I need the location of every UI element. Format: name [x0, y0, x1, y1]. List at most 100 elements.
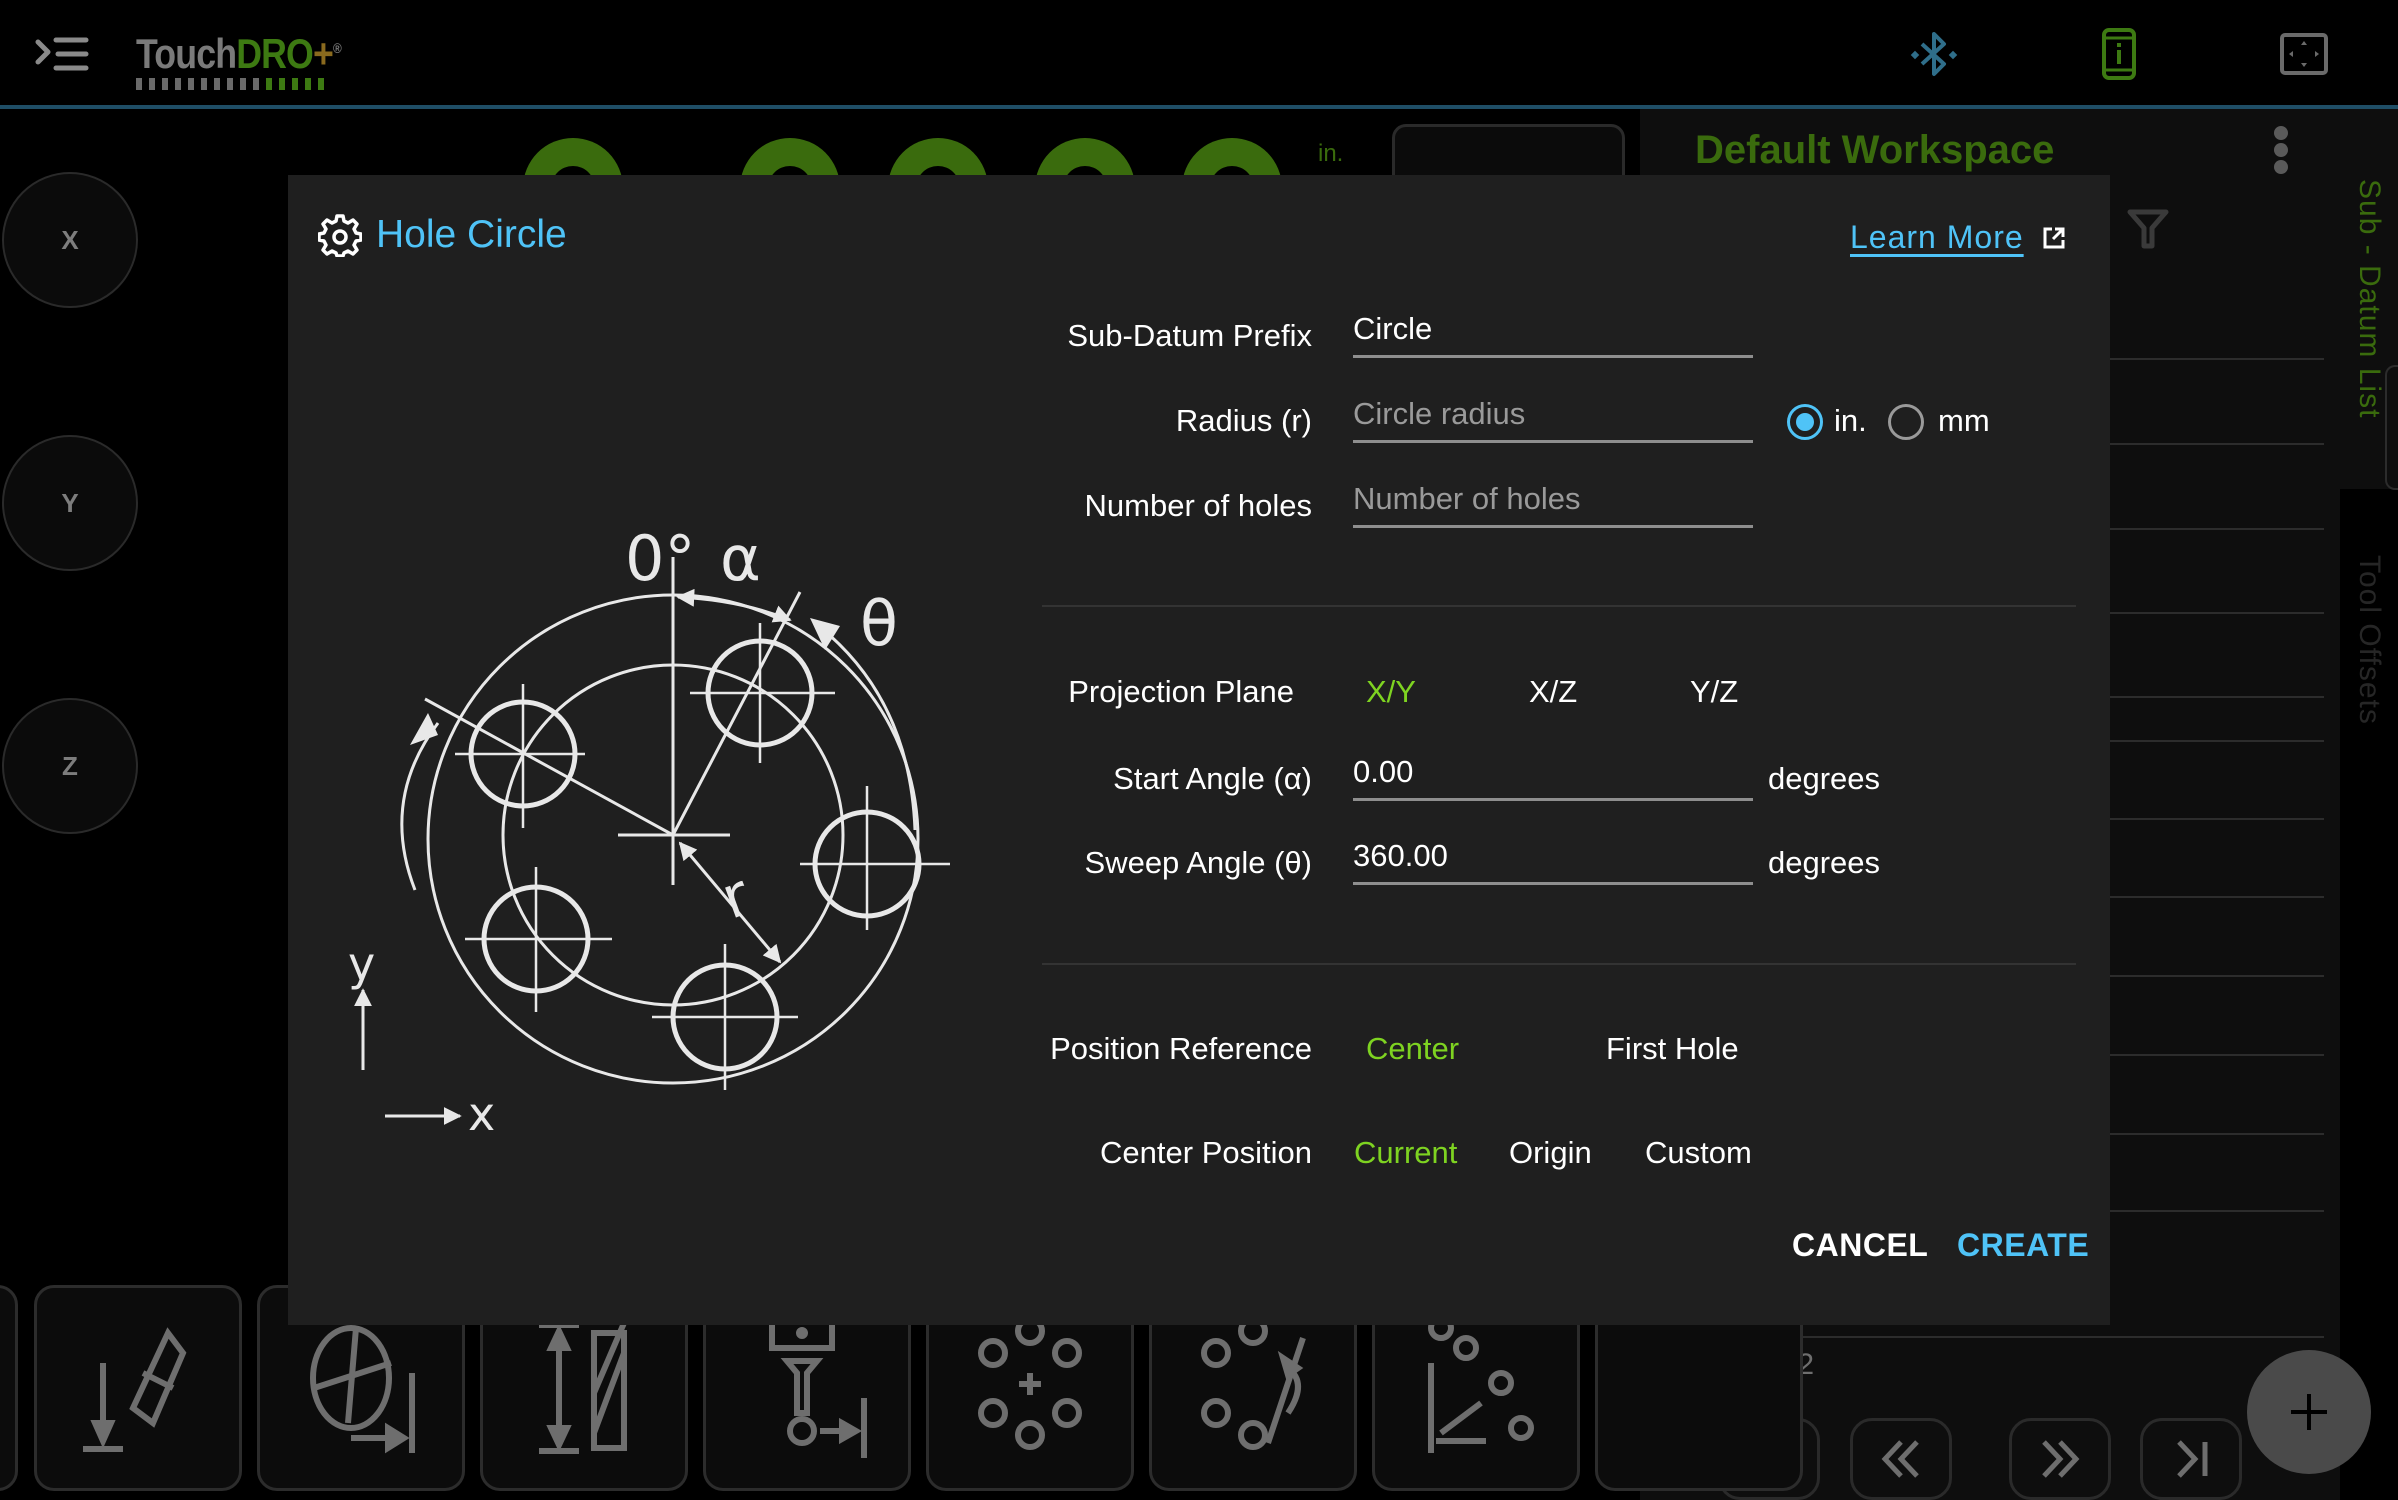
- dro-unit-label: in.: [1318, 140, 1344, 167]
- list-divider: [2110, 818, 2324, 820]
- list-divider: [2110, 443, 2324, 445]
- holes-label: Number of holes: [1084, 488, 1312, 523]
- tool-drill-depth[interactable]: [34, 1285, 242, 1491]
- list-divider: [2110, 1054, 2324, 1056]
- holes-input[interactable]: Number of holes: [1353, 470, 1753, 528]
- position-reference-label: Position Reference: [1050, 1031, 1312, 1066]
- device-info-icon[interactable]: [2094, 28, 2146, 80]
- unit-mm-label[interactable]: mm: [1938, 403, 1990, 439]
- prefix-value: Circle: [1353, 311, 1433, 346]
- diagram-alpha-label: α: [720, 522, 761, 595]
- radius-input[interactable]: Circle radius: [1353, 385, 1753, 443]
- length-measure-icon: [539, 1321, 627, 1454]
- center-position-origin[interactable]: Origin: [1509, 1135, 1592, 1171]
- list-divider: [2110, 696, 2324, 698]
- hole-circle-dialog: Hole Circle Learn More 0° α θ r y x Sub-…: [288, 175, 2110, 1325]
- drill-depth-icon: [83, 1327, 187, 1452]
- overflow-menu-icon[interactable]: [2268, 126, 2294, 176]
- radius-placeholder: Circle radius: [1353, 396, 1526, 431]
- holes-placeholder: Number of holes: [1353, 481, 1581, 516]
- sweep-angle-value: 360.00: [1353, 838, 1448, 873]
- sweep-angle-label: Sweep Angle (θ): [1084, 845, 1312, 880]
- section-divider: [1042, 963, 2076, 965]
- projection-option-xz[interactable]: X/Z: [1529, 674, 1577, 710]
- workspace-title: Default Workspace: [1695, 128, 2055, 172]
- list-divider: [2110, 896, 2324, 898]
- start-angle-label: Start Angle (α): [1113, 761, 1312, 796]
- panel-drawer-handle[interactable]: [2385, 365, 2398, 490]
- center-position-label: Center Position: [1100, 1135, 1312, 1170]
- unit-radio-mm[interactable]: [1888, 404, 1924, 440]
- diagram-theta-label: θ: [860, 587, 898, 660]
- start-angle-value: 0.00: [1353, 754, 1414, 789]
- bolt-circle-icon: [978, 1316, 1082, 1450]
- filter-icon[interactable]: [2126, 206, 2170, 250]
- start-angle-input[interactable]: 0.00: [1353, 743, 1753, 801]
- learn-more-link[interactable]: Learn More: [1850, 219, 2066, 256]
- start-angle-unit: degrees: [1768, 761, 1881, 796]
- projection-label: Projection Plane: [1068, 674, 1294, 709]
- list-divider: [2110, 1210, 2324, 1212]
- mill-edge-icon: [310, 1325, 415, 1454]
- list-divider: [2110, 612, 2324, 614]
- logo-dro: DRO: [236, 30, 314, 77]
- dialog-title-text: Hole Circle: [376, 213, 567, 256]
- tool-button-partial[interactable]: [0, 1285, 18, 1491]
- app-logo: TouchDRO+®: [136, 26, 377, 90]
- center-find-icon: [769, 1318, 867, 1458]
- previous-button[interactable]: [1850, 1418, 1952, 1500]
- axis-z-button[interactable]: Z: [2, 698, 138, 834]
- next-icon: [2042, 1440, 2080, 1478]
- list-divider: [2110, 975, 2324, 977]
- logo-touch: Touch: [136, 30, 237, 77]
- unit-in-label[interactable]: in.: [1834, 403, 1867, 439]
- prefix-label: Sub-Datum Prefix: [1067, 318, 1312, 353]
- axis-y-button[interactable]: Y: [2, 435, 138, 571]
- diagram-y-label: y: [348, 937, 375, 991]
- top-app-bar: TouchDRO+®: [0, 0, 2398, 105]
- unit-radio-in[interactable]: [1787, 404, 1823, 440]
- axis-x-button[interactable]: X: [2, 172, 138, 308]
- tab-tool-offsets-label: Tool Offsets: [2353, 555, 2386, 725]
- list-divider: [2110, 358, 2324, 360]
- gear-icon: [318, 214, 362, 257]
- tab-tool-offsets[interactable]: Tool Offsets: [2340, 490, 2398, 790]
- center-position-current[interactable]: Current: [1354, 1135, 1457, 1171]
- bluetooth-icon[interactable]: [1908, 28, 1960, 80]
- dialog-title: Hole Circle: [318, 213, 567, 257]
- position-reference-first-hole[interactable]: First Hole: [1606, 1031, 1739, 1067]
- list-divider: [2110, 528, 2324, 530]
- tab-sub-datum-list-label: Sub - Datum List: [2353, 179, 2386, 419]
- projection-option-yz[interactable]: Y/Z: [1690, 674, 1738, 710]
- section-divider: [1042, 605, 2076, 607]
- learn-more-text[interactable]: Learn More: [1850, 219, 2024, 256]
- position-reference-center[interactable]: Center: [1366, 1031, 1459, 1067]
- cancel-button[interactable]: CANCEL: [1792, 1227, 1928, 1264]
- list-divider: [2110, 740, 2324, 742]
- last-button[interactable]: [2140, 1418, 2242, 1500]
- arc-icon: [1201, 1316, 1306, 1450]
- plus-icon: [2291, 1394, 2327, 1430]
- diagram-radius-label: r: [713, 860, 759, 932]
- projection-option-xy[interactable]: X/Y: [1366, 674, 1416, 710]
- hole-circle-diagram: 0° α θ r y x: [348, 522, 950, 1141]
- prefix-input[interactable]: Circle: [1353, 300, 1753, 358]
- hole-grid-icon: [1428, 1315, 1534, 1453]
- logo-ruler: [136, 78, 377, 90]
- diagram-x-label: x: [468, 1087, 495, 1141]
- logo-plus: +: [312, 30, 334, 77]
- sweep-angle-input[interactable]: 360.00: [1353, 827, 1753, 885]
- list-divider: [2110, 1133, 2324, 1135]
- radius-label: Radius (r): [1175, 403, 1312, 438]
- logo-registered: ®: [332, 40, 342, 56]
- add-button[interactable]: [2247, 1350, 2371, 1474]
- fullscreen-icon[interactable]: [2278, 28, 2330, 80]
- external-link-icon[interactable]: [2042, 226, 2066, 250]
- previous-icon: [1881, 1440, 1919, 1478]
- create-button[interactable]: CREATE: [1957, 1227, 2089, 1264]
- center-position-custom[interactable]: Custom: [1645, 1135, 1752, 1171]
- menu-expand-icon[interactable]: [34, 36, 90, 72]
- last-icon: [2177, 1440, 2208, 1478]
- sweep-angle-unit: degrees: [1768, 845, 1881, 880]
- next-button[interactable]: [2009, 1418, 2111, 1500]
